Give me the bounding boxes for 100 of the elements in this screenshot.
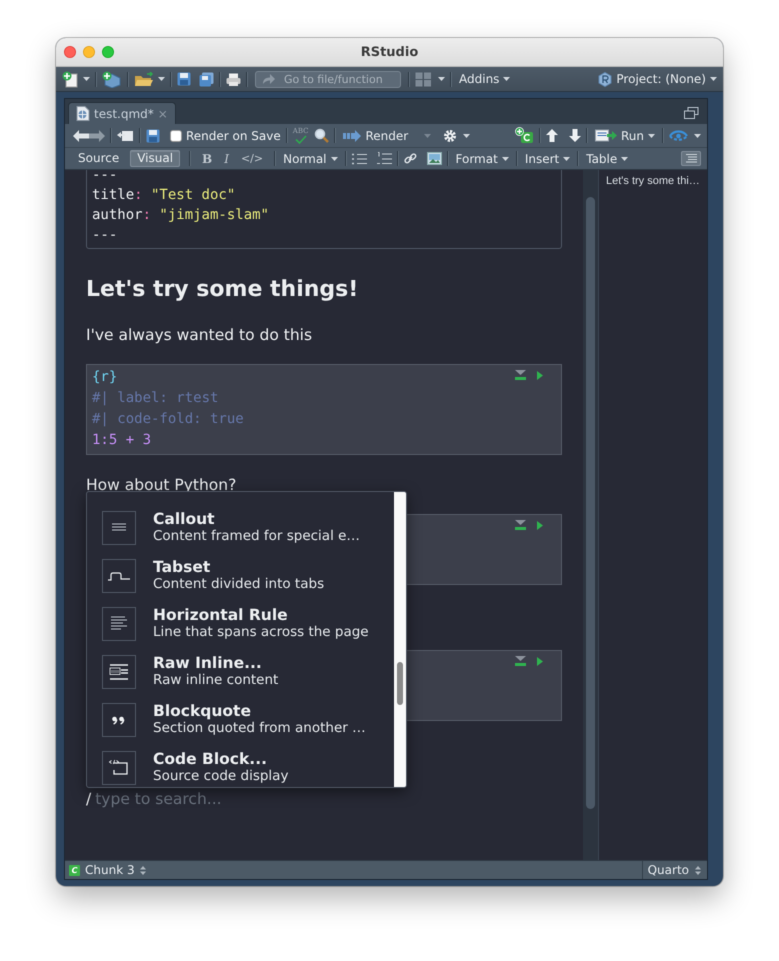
raw-inline-icon — [102, 655, 136, 689]
scroll-thumb[interactable] — [397, 662, 403, 705]
window-title: RStudio — [360, 44, 418, 60]
toolbar-menu[interactable]: Insert — [522, 149, 572, 168]
new-file-icon[interactable] — [62, 70, 79, 88]
save-icon[interactable] — [146, 128, 160, 142]
chunk-badge: C — [69, 864, 80, 876]
insert-menu-item[interactable]: Blockquote Section quoted from another … — [87, 696, 394, 744]
up-down-icon[interactable] — [695, 866, 701, 874]
yaml-delimiter: --- — [92, 226, 118, 245]
caret-icon[interactable] — [563, 156, 570, 160]
print-icon[interactable] — [226, 72, 241, 86]
run-chunk-icon[interactable] — [537, 520, 543, 530]
item-title: Raw Inline... — [153, 655, 263, 672]
numbered-list-icon[interactable] — [376, 152, 392, 165]
code-button[interactable]: </> — [234, 152, 270, 165]
caret-icon[interactable] — [83, 77, 90, 81]
code-line: #| code-fold: true — [92, 410, 244, 429]
insert-menu-item[interactable]: Callout Content framed for special e… — [87, 504, 394, 552]
scroll-thumb[interactable] — [586, 197, 595, 809]
quote-icon — [102, 703, 136, 737]
item-description: Line that spans across the page — [153, 624, 369, 641]
block-style-dropdown[interactable]: Normal — [281, 149, 340, 168]
bold-button[interactable]: B — [196, 152, 218, 166]
caret-icon[interactable] — [438, 77, 445, 81]
render-on-save-label[interactable]: Render on Save — [186, 128, 281, 142]
caret-icon[interactable] — [503, 77, 510, 81]
caret-icon[interactable] — [502, 156, 509, 160]
outline-toggle-button[interactable] — [681, 151, 701, 166]
code-line: 1:5 + 3 — [92, 431, 152, 450]
code-line: #| label: rtest — [92, 389, 218, 408]
run-previous-chunks-icon[interactable] — [515, 520, 526, 530]
save-all-icon[interactable] — [199, 72, 214, 86]
show-in-window-icon[interactable] — [117, 129, 134, 142]
run-chunk-icon[interactable] — [537, 370, 543, 380]
run-previous-chunks-icon[interactable] — [515, 656, 526, 666]
addins-menu[interactable]: Addins — [457, 70, 512, 88]
yaml-line: author: "jimjam-slam" — [92, 206, 269, 225]
yaml-line: title: "Test doc" — [92, 186, 236, 205]
maximize-pane-icon[interactable] — [684, 107, 699, 119]
bullet-list-icon[interactable] — [352, 152, 367, 164]
scrollbar[interactable] — [394, 492, 406, 787]
item-title: Code Block... — [153, 751, 268, 768]
italic-button[interactable]: I — [218, 152, 235, 166]
run-button[interactable]: Run — [592, 126, 657, 145]
insert-chunk-icon[interactable] — [514, 127, 534, 144]
toolbar-menu[interactable]: Table — [584, 149, 630, 168]
render-on-save-checkbox[interactable] — [170, 130, 182, 142]
project-menu[interactable]: Project: (None) — [596, 70, 719, 88]
down-arrow-icon[interactable] — [568, 129, 581, 142]
toolbar-menu[interactable]: Format — [454, 149, 511, 168]
code-line: {r} — [92, 368, 118, 387]
insert-menu-item[interactable]: Tabset Content divided into tabs — [87, 552, 394, 600]
render-arrow-icon — [343, 130, 362, 142]
caret-icon[interactable] — [648, 134, 655, 138]
insert-menu-item[interactable]: Code Block... Source code display — [87, 744, 394, 787]
search-icon[interactable] — [314, 128, 330, 143]
run-chunk-icon[interactable] — [537, 656, 543, 666]
callout-icon — [102, 511, 136, 545]
check-icon — [294, 135, 307, 144]
caret-icon[interactable] — [694, 134, 701, 138]
run-previous-chunks-icon[interactable] — [515, 370, 526, 380]
caret-icon[interactable] — [621, 156, 628, 160]
project-icon — [598, 72, 612, 86]
caret-icon[interactable] — [158, 77, 165, 81]
caret-icon[interactable] — [330, 156, 338, 160]
search-field[interactable]: type to search... — [95, 790, 296, 808]
outline-item[interactable]: Let's try some thi… — [606, 175, 700, 187]
goto-field[interactable]: Go to file/function — [255, 70, 401, 88]
back-arrow-icon[interactable] — [73, 130, 89, 142]
item-description: Content framed for special e… — [153, 528, 360, 545]
paragraph: How about Python? — [86, 475, 236, 496]
editor-mode-tab[interactable]: Visual — [130, 150, 180, 167]
up-down-icon[interactable] — [140, 866, 146, 874]
forward-arrow-icon[interactable] — [89, 130, 105, 142]
file-tab[interactable]: test.qmd* × — [68, 102, 176, 124]
chunk-selector[interactable]: Chunk 3 — [85, 863, 135, 877]
scrollbar[interactable] — [583, 170, 598, 860]
item-title: Callout — [153, 511, 216, 528]
render-button[interactable]: Render — [341, 126, 410, 145]
editor-mode-tab[interactable]: Source — [71, 150, 126, 167]
caret-icon[interactable] — [463, 134, 470, 138]
open-folder-icon[interactable] — [134, 72, 154, 86]
item-title: Horizontal Rule — [153, 607, 289, 624]
paragraph: I've always wanted to do this — [86, 325, 312, 346]
new-project-icon[interactable] — [102, 70, 122, 88]
arrow-icon — [262, 74, 275, 84]
item-description: Content divided into tabs — [153, 576, 324, 593]
gear-icon[interactable] — [443, 128, 458, 142]
up-arrow-icon[interactable] — [546, 129, 558, 142]
caret-icon[interactable] — [710, 77, 717, 81]
run-lines-icon — [594, 129, 617, 142]
tabset-icon — [102, 559, 136, 593]
close-button-icon[interactable] — [64, 46, 76, 58]
save-icon[interactable] — [177, 72, 191, 86]
image-icon[interactable] — [426, 152, 442, 165]
insert-menu-item[interactable]: Raw Inline... Raw inline content — [87, 648, 394, 696]
insert-menu-item[interactable]: Horizontal Rule Line that spans across the page — [87, 600, 394, 648]
document-type-selector[interactable]: Quarto — [648, 863, 689, 877]
link-icon[interactable] — [404, 152, 417, 165]
